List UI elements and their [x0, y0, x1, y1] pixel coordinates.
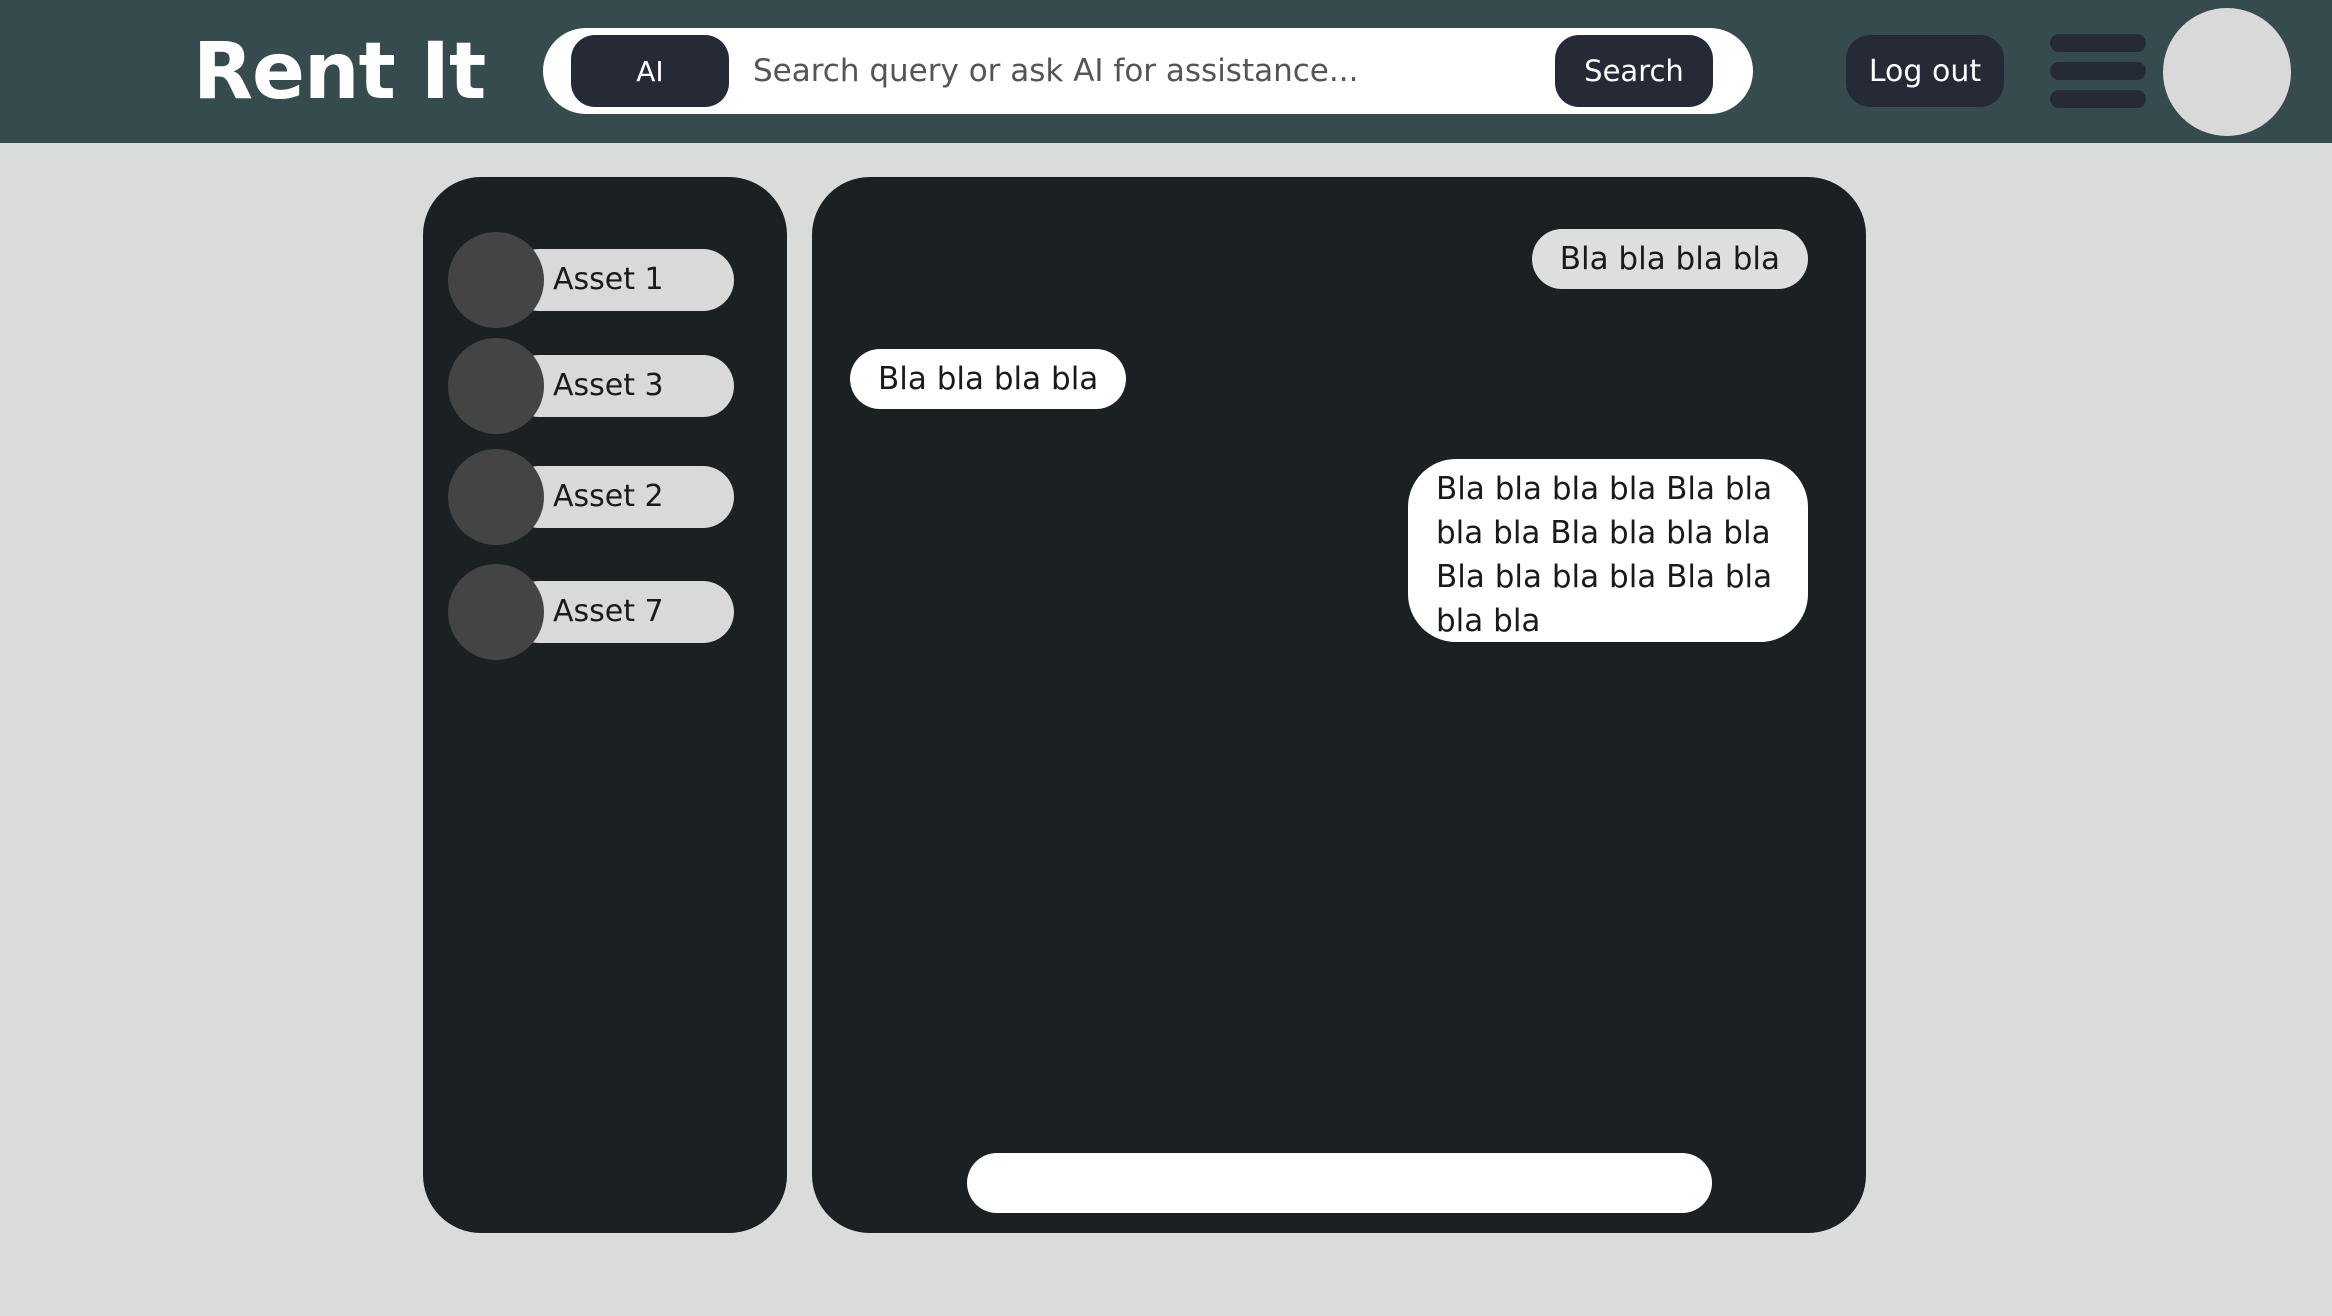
asset-item[interactable]: Asset 2: [448, 449, 734, 545]
header-bar: Rent It AI Search Log out: [0, 0, 2332, 143]
chat-message-input[interactable]: [967, 1153, 1712, 1213]
asset-label: Asset 7: [553, 594, 664, 629]
asset-label: Asset 1: [553, 262, 664, 297]
search-bar: AI Search: [543, 28, 1753, 114]
logout-button[interactable]: Log out: [1846, 35, 2004, 107]
asset-thumbnail: [448, 232, 544, 328]
asset-label: Asset 3: [553, 368, 664, 403]
search-input[interactable]: [753, 41, 1553, 101]
asset-item[interactable]: Asset 7: [448, 564, 734, 660]
user-avatar[interactable]: [2163, 8, 2291, 136]
asset-sidebar: Asset 1 Asset 3 Asset 2 Asset 7: [423, 177, 787, 1233]
chat-message-outgoing: Bla bla bla bla Bla bla bla bla Bla bla …: [1408, 459, 1808, 642]
asset-thumbnail: [448, 449, 544, 545]
asset-label: Asset 2: [553, 479, 664, 514]
hamburger-menu-icon[interactable]: [2050, 34, 2146, 108]
asset-thumbnail: [448, 564, 544, 660]
app-logo[interactable]: Rent It: [193, 22, 486, 122]
asset-item[interactable]: Asset 3: [448, 338, 734, 434]
chat-message-outgoing: Bla bla bla bla: [1531, 229, 1808, 289]
chat-message-incoming: Bla bla bla bla: [850, 349, 1127, 409]
chat-panel: Bla bla bla bla Bla bla bla bla Bla bla …: [812, 177, 1866, 1233]
search-button[interactable]: Search: [1555, 35, 1713, 107]
asset-item[interactable]: Asset 1: [448, 232, 734, 328]
ai-toggle-button[interactable]: AI: [571, 35, 729, 107]
asset-thumbnail: [448, 338, 544, 434]
